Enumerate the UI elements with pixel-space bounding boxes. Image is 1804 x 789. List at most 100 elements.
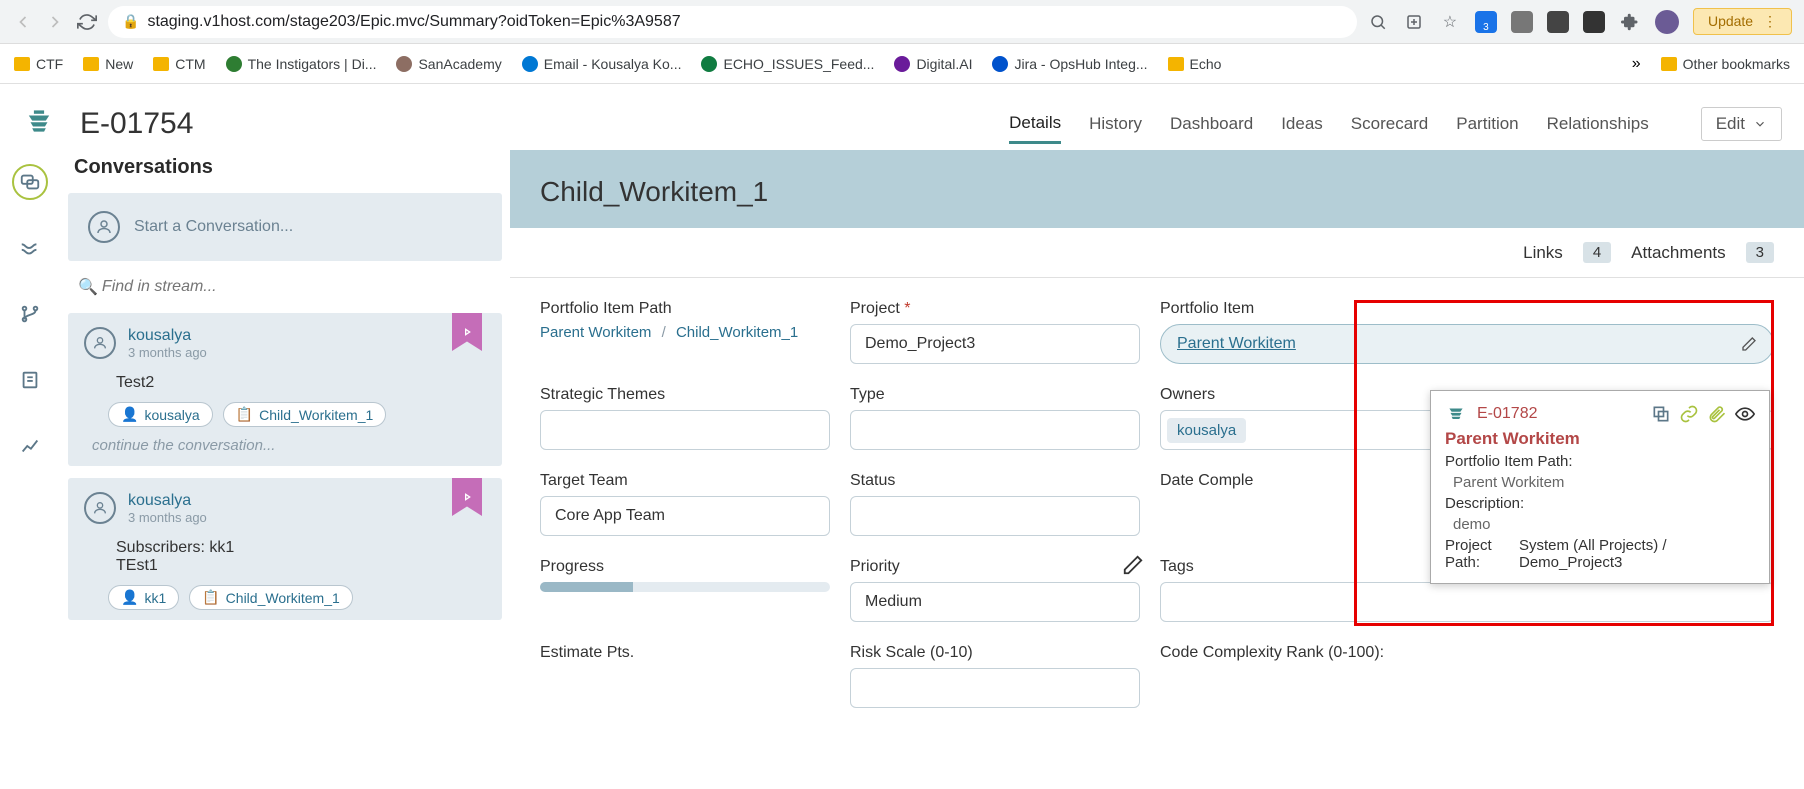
folder-icon [1168,57,1184,71]
search-icon[interactable] [1367,11,1389,33]
field-label: Status [850,472,1140,490]
share-icon[interactable] [1403,11,1425,33]
field-target-team: Target Team [540,472,830,536]
bookmark-jira[interactable]: Jira - OpsHub Integ... [992,56,1147,72]
tooltip-desc-value: demo [1445,516,1755,533]
field-portfolio-path: Portfolio Item Path Parent Workitem / Ch… [540,300,830,364]
app-logo-icon[interactable] [22,107,56,141]
continue-conversation[interactable]: continue the conversation... [92,437,486,454]
star-icon[interactable]: ☆ [1439,11,1461,33]
field-label: Portfolio Item [1160,300,1774,318]
reload-icon[interactable] [76,11,98,33]
rail-metrics-icon[interactable] [12,428,48,464]
user-avatar-icon [88,211,120,243]
rail-branch-icon[interactable] [12,296,48,332]
tab-dashboard[interactable]: Dashboard [1170,106,1253,142]
mention-chip[interactable]: 👤kousalya [108,402,213,427]
extension-icon-3[interactable] [1547,11,1569,33]
workitem-chip[interactable]: 📋Child_Workitem_1 [223,402,387,427]
owner-chip[interactable]: kousalya [1167,418,1246,443]
other-bookmarks[interactable]: Other bookmarks [1661,56,1790,72]
bookmark-digitalai[interactable]: Digital.AI [894,56,972,72]
folder-icon [83,57,99,71]
extension-icon-4[interactable] [1583,11,1605,33]
mention-chip[interactable]: 👤kk1 [108,585,179,610]
status-input[interactable] [850,496,1140,536]
tab-partition[interactable]: Partition [1456,106,1518,142]
rail-activity-icon[interactable] [12,230,48,266]
field-priority: Priority [850,558,1140,622]
address-bar[interactable]: 🔒 staging.v1host.com/stage203/Epic.mvc/S… [108,6,1357,38]
app-header: E-01754 Details History Dashboard Ideas … [0,84,1804,150]
field-label: Project * [850,300,1140,318]
tab-relationships[interactable]: Relationships [1547,106,1649,142]
workitem-chip[interactable]: 📋Child_Workitem_1 [189,585,353,610]
pencil-icon[interactable] [1122,554,1144,576]
conversation-time: 3 months ago [128,345,207,360]
url-text: staging.v1host.com/stage203/Epic.mvc/Sum… [147,13,680,31]
field-status: Status [850,472,1140,536]
conversation-card[interactable]: kousalya 3 months ago Test2 👤kousalya 📋C… [68,313,502,466]
extension-icon-1[interactable]: 3 [1475,11,1497,33]
left-rail [0,150,60,789]
bookmark-instigators[interactable]: The Instigators | Di... [226,56,377,72]
tab-history[interactable]: History [1089,106,1142,142]
project-input[interactable] [850,324,1140,364]
links-tab[interactable]: Links [1523,243,1563,263]
bookmarks-bar: CTF New CTM The Instigators | Di... SanA… [0,44,1804,84]
breadcrumb-item[interactable]: Parent Workitem [540,324,651,341]
field-portfolio-item: Portfolio Item Parent Workitem E-01782 [1160,300,1774,364]
portfolio-item-anchor[interactable]: Parent Workitem [1177,335,1296,353]
field-label: Risk Scale (0-10) [850,644,1140,662]
rail-conversations-icon[interactable] [12,164,48,200]
bookmark-ctf[interactable]: CTF [14,56,63,72]
bookmarks-overflow[interactable]: » [1632,55,1641,73]
edit-button[interactable]: Edit [1701,107,1782,141]
find-in-stream[interactable]: 🔍 [68,271,502,303]
update-button[interactable]: Update ⋮ [1693,8,1792,35]
detail-subtabs: Links 4 Attachments 3 [510,228,1804,278]
start-conversation-input[interactable]: Start a Conversation... [68,193,502,261]
breadcrumb-item[interactable]: Child_Workitem_1 [676,324,798,341]
priority-input[interactable] [850,582,1140,622]
user-avatar-icon [84,327,116,359]
toolbar-icons: ☆ 3 Update ⋮ [1367,8,1792,35]
tags-input[interactable] [1160,582,1774,622]
portfolio-item-link[interactable]: Parent Workitem [1160,324,1774,364]
conversation-card[interactable]: kousalya 3 months ago Subscribers: kk1 T… [68,478,502,620]
bookmark-ctm[interactable]: CTM [153,56,205,72]
forward-icon[interactable] [44,11,66,33]
extensions-icon[interactable] [1619,11,1641,33]
epic-icon [1445,403,1467,425]
copy-icon[interactable] [1651,404,1671,424]
extension-icon-2[interactable] [1511,11,1533,33]
tab-ideas[interactable]: Ideas [1281,106,1323,142]
attachments-tab[interactable]: Attachments [1631,243,1726,263]
rail-notes-icon[interactable] [12,362,48,398]
bookmark-echo[interactable]: Echo [1168,56,1222,72]
watch-icon[interactable] [1735,404,1755,424]
tab-scorecard[interactable]: Scorecard [1351,106,1428,142]
conversation-body: Test2 [116,374,486,392]
bookmark-sanacademy[interactable]: SanAcademy [396,56,501,72]
pencil-icon[interactable] [1741,336,1757,352]
type-input[interactable] [850,410,1140,450]
field-label: Progress [540,558,830,576]
bookmark-echo-issues[interactable]: ECHO_ISSUES_Feed... [701,56,874,72]
chevron-down-icon [1753,117,1767,131]
find-stream-input[interactable] [102,278,492,296]
bookmark-new[interactable]: New [83,56,133,72]
back-icon[interactable] [12,11,34,33]
risk-input[interactable] [850,668,1140,708]
profile-avatar[interactable] [1655,10,1679,34]
search-icon: 🔍 [78,277,98,297]
bookmark-email[interactable]: Email - Kousalya Ko... [522,56,682,72]
field-estimate: Estimate Pts. [540,644,830,708]
field-strategic-themes: Strategic Themes [540,386,830,450]
attachment-icon[interactable] [1707,404,1727,424]
target-team-input[interactable] [540,496,830,536]
link-icon[interactable] [1679,404,1699,424]
conversation-body: Subscribers: kk1 TEst1 [116,539,486,575]
strategic-themes-input[interactable] [540,410,830,450]
tab-details[interactable]: Details [1009,105,1061,144]
